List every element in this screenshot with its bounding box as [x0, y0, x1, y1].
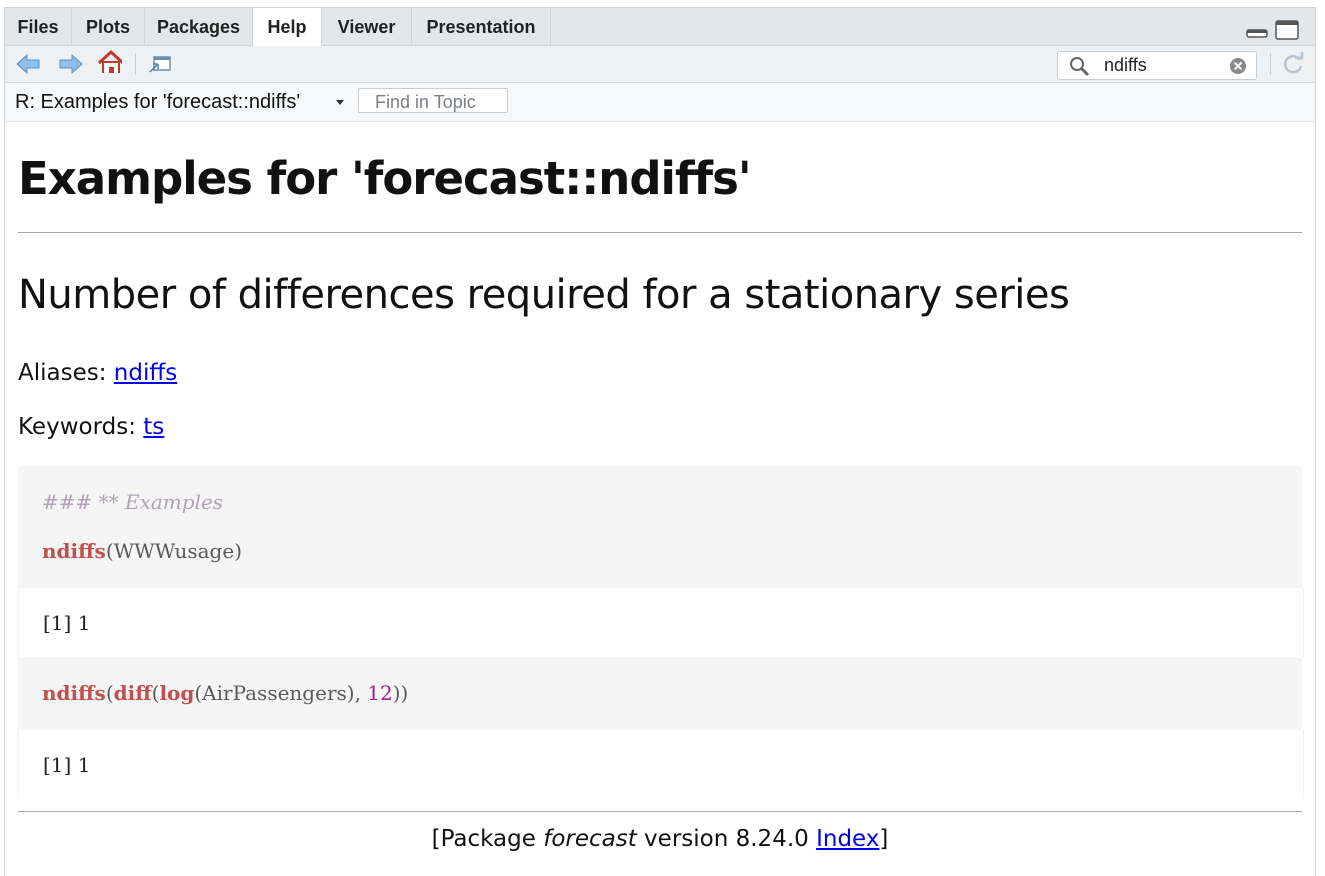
code-output: [1] 1 [18, 729, 1304, 799]
pane-tab-bar: Files Plots Packages Help Viewer Present… [5, 8, 1315, 46]
keywords-line: Keywords: ts [18, 414, 164, 440]
topic-title-dropdown[interactable]: R: Examples for 'forecast::ndiffs' [15, 91, 300, 114]
forward-arrow-icon[interactable] [58, 52, 84, 76]
code-punct: ( [105, 681, 114, 705]
help-content: Examples for 'forecast::ndiffs' Number o… [5, 122, 1315, 876]
tab-viewer[interactable]: Viewer [322, 8, 412, 45]
tab-help[interactable]: Help [253, 8, 322, 46]
back-arrow-icon[interactable] [15, 52, 41, 76]
refresh-icon[interactable] [1280, 52, 1306, 76]
alias-link-ndiffs[interactable]: ndiffs [114, 360, 177, 386]
home-icon[interactable] [96, 49, 122, 73]
divider [18, 232, 1302, 233]
code-number: 12 [367, 681, 393, 705]
aliases-label: Aliases: [18, 360, 107, 386]
search-icon [1070, 57, 1090, 77]
code-line: ndiffs(WWWusage) [42, 539, 242, 563]
package-footer: [Package forecast version 8.24.0 Index] [5, 826, 1315, 852]
output-text: [1] 1 [43, 753, 91, 777]
code-function: log [159, 681, 195, 705]
help-toolbar: ndiffs [5, 46, 1315, 83]
help-pane: Files Plots Packages Help Viewer Present… [4, 7, 1316, 876]
code-punct: ( [105, 539, 114, 563]
keywords-label: Keywords: [18, 414, 136, 440]
code-function: ndiffs [42, 681, 106, 705]
toolbar-separator [1270, 53, 1271, 75]
footer-prefix: [Package [431, 826, 544, 852]
tab-packages[interactable]: Packages [145, 8, 253, 45]
chevron-down-icon[interactable] [336, 100, 344, 105]
minimize-pane-icon[interactable] [1246, 27, 1268, 39]
keyword-link-ts[interactable]: ts [143, 414, 164, 440]
code-punct: ) [234, 539, 243, 563]
aliases-line: Aliases: ndiffs [18, 360, 177, 386]
clear-search-icon[interactable] [1228, 56, 1248, 76]
find-in-topic-input[interactable]: Find in Topic [358, 88, 508, 113]
code-function: diff [113, 681, 152, 705]
code-argument: AirPassengers [202, 681, 347, 705]
index-link[interactable]: Index [816, 826, 879, 852]
footer-package-name: forecast [543, 826, 637, 852]
code-argument: WWWusage [113, 539, 235, 563]
code-punct: ( [194, 681, 203, 705]
footer-version: version 8.24.0 [636, 826, 817, 852]
code-comment: ### ** Examples [42, 490, 224, 514]
code-function: ndiffs [42, 539, 106, 563]
topic-bar: R: Examples for 'forecast::ndiffs' Find … [5, 83, 1315, 122]
footer-suffix: ] [879, 826, 889, 852]
search-input[interactable]: ndiffs [1104, 55, 1147, 76]
output-text: [1] 1 [43, 611, 91, 635]
code-output: [1] 1 [18, 588, 1304, 657]
code-punct: )) [392, 681, 409, 705]
show-in-new-window-icon[interactable] [147, 52, 173, 76]
code-block: ndiffs(diff(log(AirPassengers), 12)) [18, 657, 1302, 729]
tab-plots[interactable]: Plots [72, 8, 145, 45]
code-line: ndiffs(diff(log(AirPassengers), 12)) [42, 681, 408, 705]
page-title: Examples for 'forecast::ndiffs' [18, 152, 752, 205]
divider [18, 811, 1302, 812]
code-block: ### ** Examples ndiffs(WWWusage) [18, 466, 1302, 588]
page-subtitle: Number of differences required for a sta… [18, 272, 1070, 318]
tab-files[interactable]: Files [5, 8, 72, 45]
maximize-pane-icon[interactable] [1275, 20, 1299, 40]
toolbar-separator [135, 53, 136, 75]
tab-presentation[interactable]: Presentation [412, 8, 551, 45]
help-search-box[interactable]: ndiffs [1057, 51, 1257, 80]
code-punct: ), [346, 681, 368, 705]
